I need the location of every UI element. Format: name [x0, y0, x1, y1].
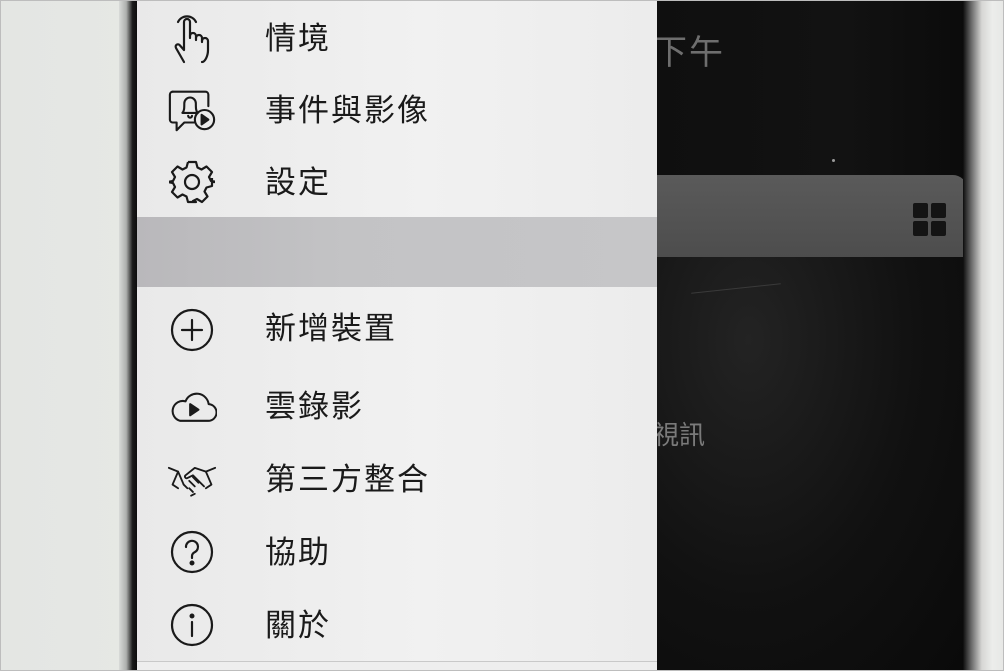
info-circle-icon: [167, 600, 217, 650]
photo-frame: 下午 視訊 情境 事件與影像 設定 新增裝置 雲錄影 第三方整合 協助 關於: [0, 0, 1004, 671]
menu-item-label: 情境: [265, 21, 331, 57]
menu-item-cloud-recording[interactable]: 雲錄影: [137, 369, 657, 443]
status-dot: [832, 159, 835, 162]
tap-hand-icon: [167, 11, 217, 64]
menu-section-separator: [137, 217, 657, 287]
background-title: 下午: [653, 33, 725, 73]
background-video-area: [657, 257, 963, 670]
menu-item-add-device[interactable]: 新增裝置: [137, 287, 657, 370]
menu-item-label: 事件與影像: [265, 93, 430, 129]
side-menu: 情境 事件與影像 設定 新增裝置 雲錄影 第三方整合 協助 關於: [137, 1, 657, 670]
handshake-icon: [167, 454, 217, 504]
menu-item-label: 協助: [265, 535, 331, 571]
menu-item-label: 新增裝置: [265, 311, 397, 347]
menu-item-third-party[interactable]: 第三方整合: [137, 442, 657, 516]
menu-item-scenes[interactable]: 情境: [137, 1, 657, 74]
device-bezel-left: [119, 1, 137, 670]
menu-item-settings[interactable]: 設定: [137, 145, 657, 218]
menu-item-help[interactable]: 協助: [137, 515, 657, 589]
menu-item-label: 雲錄影: [265, 389, 364, 425]
plus-circle-icon: [167, 305, 217, 355]
menu-item-label: 關於: [265, 608, 331, 644]
device-bezel-right: [963, 1, 1003, 670]
question-circle-icon: [167, 527, 217, 577]
event-bell-play-icon: [167, 85, 217, 135]
grid-view-icon[interactable]: [913, 203, 947, 237]
menu-item-label: 第三方整合: [265, 462, 430, 498]
menu-item-about[interactable]: 關於: [137, 588, 657, 662]
menu-item-label: 設定: [265, 165, 331, 201]
gear-icon: [167, 157, 217, 207]
background-subtitle: 視訊: [653, 421, 706, 451]
cloud-play-icon: [167, 381, 217, 431]
menu-item-events-videos[interactable]: 事件與影像: [137, 73, 657, 146]
